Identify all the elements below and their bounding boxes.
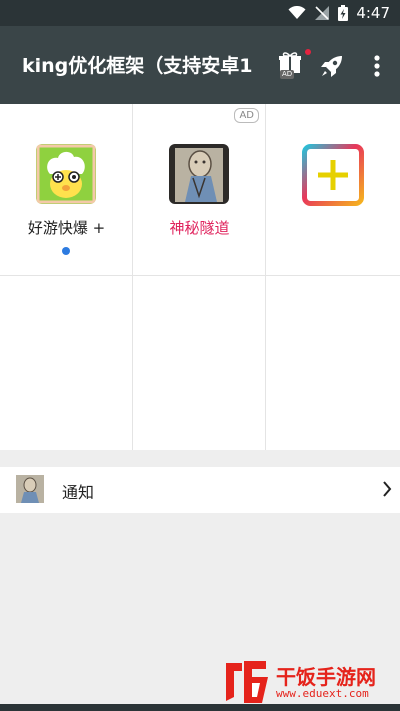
empty-tile	[266, 276, 400, 450]
chevron-right-icon	[382, 480, 392, 498]
haoyou-app-icon	[36, 144, 96, 204]
notification-dot	[305, 49, 311, 55]
wifi-icon	[288, 6, 306, 20]
site-logo-icon	[222, 657, 272, 705]
status-icons: 4:47	[288, 3, 390, 23]
app-tile-tunnel[interactable]: AD 神秘隧道	[133, 104, 266, 276]
ad-badge: AD	[234, 108, 259, 123]
app-tile-haoyou[interactable]: 好游快爆 +	[0, 104, 133, 276]
more-vertical-icon	[368, 55, 386, 84]
haoyou-app-label: 好游快爆 +	[27, 219, 106, 237]
rocket-icon	[318, 56, 346, 84]
site-title: 干饭手游网	[276, 665, 376, 689]
site-url: www.eduext.com	[276, 687, 369, 700]
page-title: king优化框架（支持安卓1	[22, 55, 253, 77]
gift-ad-label: AD	[280, 70, 295, 79]
app-grid: 好游快爆 + AD 神秘隧道	[0, 104, 400, 450]
no-signal-icon	[314, 5, 330, 21]
tunnel-app-icon	[169, 144, 229, 204]
notification-row[interactable]: 通知	[0, 467, 400, 513]
status-bar: 4:47	[0, 0, 400, 26]
empty-tile	[133, 276, 266, 450]
more-menu-button[interactable]	[368, 52, 386, 80]
notification-avatar	[16, 475, 44, 503]
add-app-icon	[302, 144, 364, 206]
bottom-nav-bar	[0, 704, 400, 711]
site-watermark: 干饭手游网 www.eduext.com	[222, 657, 400, 705]
rocket-button[interactable]	[318, 52, 346, 80]
tunnel-app-label: 神秘隧道	[169, 219, 230, 237]
status-time: 4:47	[356, 4, 390, 22]
gift-ad-button[interactable]: AD	[278, 51, 302, 79]
empty-tile	[0, 276, 133, 450]
add-app-tile[interactable]	[266, 104, 400, 276]
battery-charging-icon	[338, 5, 349, 21]
new-indicator-dot	[62, 247, 70, 255]
notification-label: 通知	[62, 483, 95, 502]
